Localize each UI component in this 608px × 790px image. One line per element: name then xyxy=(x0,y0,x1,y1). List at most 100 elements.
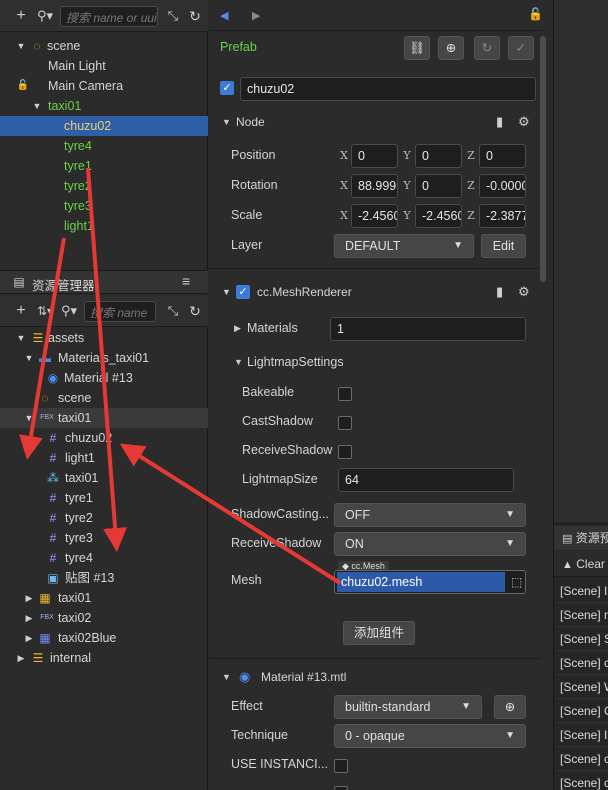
expand-arrow-icon[interactable]: ▶ xyxy=(16,648,26,668)
asset-row-assets[interactable]: ▼ ☰ assets xyxy=(0,328,208,348)
materials-count-input[interactable]: 1 xyxy=(330,317,526,341)
technique-dropdown[interactable]: 0 - opaque ▼ xyxy=(334,724,526,748)
rotation-z-input[interactable]: -0.0000 xyxy=(479,174,526,198)
gear-icon[interactable]: ⚙ xyxy=(518,108,530,136)
asset-row-scene[interactable]: ◌ scene xyxy=(0,388,208,408)
help-book-icon[interactable]: ▮ xyxy=(496,278,503,306)
log-entry[interactable]: [Scene] W xyxy=(556,675,608,699)
revert-prefab-icon[interactable]: ↻ xyxy=(474,36,500,60)
tree-row-tyre3[interactable]: tyre3 xyxy=(0,196,208,216)
receive-shadow-dropdown[interactable]: ON ▼ xyxy=(334,532,526,556)
layer-edit-button[interactable]: Edit xyxy=(481,234,526,258)
asset-row-tyre1[interactable]: # tyre1 xyxy=(0,488,208,508)
scale-y-input[interactable]: -2.4560 xyxy=(415,204,462,228)
collapse-icon[interactable]: ⤡ xyxy=(164,302,182,320)
log-entry[interactable]: [Scene] I xyxy=(556,579,608,603)
lock-icon[interactable]: 🔓 xyxy=(16,79,30,93)
next-checkbox[interactable] xyxy=(334,786,348,790)
asset-row-material13[interactable]: ◉ Material #13 xyxy=(0,368,208,388)
log-entry[interactable]: [Scene] S xyxy=(556,627,608,651)
search-filter-icon[interactable]: ⚲▾ xyxy=(60,302,78,320)
collapse-arrow-icon[interactable]: ▼ xyxy=(222,278,231,306)
layer-dropdown[interactable]: DEFAULT ▼ xyxy=(334,234,474,258)
gear-icon[interactable]: ⚙ xyxy=(518,278,530,306)
node-section-header[interactable]: ▼ Node ▮ ⚙ xyxy=(210,108,536,136)
log-entry[interactable]: [Scene] c xyxy=(556,651,608,675)
lightmap-size-input[interactable]: 64 xyxy=(338,468,514,492)
tree-row-chuzu02[interactable]: chuzu02 xyxy=(0,116,208,136)
effect-dropdown[interactable]: builtin-standard ▼ xyxy=(334,695,482,719)
position-x-input[interactable]: 0 xyxy=(351,144,398,168)
collapse-arrow-icon[interactable]: ▼ xyxy=(222,108,231,136)
clear-button[interactable]: ▲ Clear xyxy=(554,551,608,577)
node-active-checkbox[interactable]: ✓ xyxy=(220,81,234,95)
asset-row-tyre4[interactable]: # tyre4 xyxy=(0,548,208,568)
material-section-header[interactable]: ▼ ◉ Material #13.mtl xyxy=(210,663,536,691)
asset-row-internal[interactable]: ▶ ☰ internal xyxy=(0,648,208,668)
expand-arrow-icon[interactable]: ▼ xyxy=(16,36,26,56)
lock-icon[interactable]: 🔓 xyxy=(528,7,543,21)
tree-row-main-light[interactable]: Main Light xyxy=(0,56,208,76)
apply-prefab-icon[interactable]: ✓ xyxy=(508,36,534,60)
add-component-button[interactable]: 添加组件 xyxy=(343,621,415,645)
collapse-arrow-icon[interactable]: ▼ xyxy=(234,357,243,367)
expand-arrow-icon[interactable]: ▼ xyxy=(32,96,42,116)
tree-row-light1[interactable]: light1 xyxy=(0,216,208,236)
use-instancing-checkbox[interactable] xyxy=(334,759,348,773)
add-node-icon[interactable]: + xyxy=(12,7,30,25)
scene-view-area[interactable] xyxy=(554,0,608,524)
tree-row-main-camera[interactable]: 🔓 Main Camera xyxy=(0,76,208,96)
search-filter-icon[interactable]: ⚲▾ xyxy=(36,7,54,25)
receive-shadow-checkbox[interactable] xyxy=(338,445,352,459)
help-book-icon[interactable]: ▮ xyxy=(496,108,503,136)
expand-arrow-icon[interactable]: ▼ xyxy=(16,328,26,348)
log-entry[interactable]: [Scene] n xyxy=(556,603,608,627)
rotation-x-input[interactable]: 88.999 xyxy=(351,174,398,198)
tree-row-tyre2[interactable]: tyre2 xyxy=(0,176,208,196)
log-entry[interactable]: [Scene] c xyxy=(556,771,608,790)
asset-row-tyre2[interactable]: # tyre2 xyxy=(0,508,208,528)
asset-row-taxi02[interactable]: ▶ FBX taxi02 xyxy=(0,608,208,628)
back-icon[interactable]: ◀ xyxy=(220,9,228,22)
unlink-prefab-icon[interactable]: ⛓ xyxy=(404,36,430,60)
pick-asset-icon[interactable]: ⬚ xyxy=(511,571,522,593)
tree-row-tyre1[interactable]: tyre1 xyxy=(0,156,208,176)
expand-arrow-icon[interactable]: ▼ xyxy=(24,348,34,368)
menu-icon[interactable]: ≡ xyxy=(182,273,190,289)
forward-icon[interactable]: ▶ xyxy=(252,9,260,22)
asset-row-taxi01-2[interactable]: ▶ ▦ taxi01 xyxy=(0,588,208,608)
log-entry[interactable]: [Scene] C xyxy=(556,699,608,723)
node-name-input[interactable]: chuzu02 xyxy=(240,77,536,101)
mesh-renderer-section-header[interactable]: ▼ ✓ cc.MeshRenderer ▮ ⚙ xyxy=(210,278,536,306)
tree-row-scene[interactable]: ▼ ◌ scene xyxy=(0,36,208,56)
mesh-renderer-enabled-checkbox[interactable]: ✓ xyxy=(236,285,250,299)
add-asset-icon[interactable]: + xyxy=(12,302,30,320)
rotation-y-input[interactable]: 0 xyxy=(415,174,462,198)
hierarchy-search-input[interactable]: 搜索 name or uuid xyxy=(60,6,158,27)
assets-search-input[interactable]: 搜索 name xyxy=(84,301,156,322)
asset-row-materials-folder[interactable]: ▼ ▬ Materials_taxi01 xyxy=(0,348,208,368)
asset-row-taxi01-prefab[interactable]: ⁂ taxi01 xyxy=(0,468,208,488)
inspector-scrollbar[interactable] xyxy=(540,36,546,282)
scale-z-input[interactable]: -2.3877 xyxy=(479,204,526,228)
collapse-arrow-icon[interactable]: ▼ xyxy=(222,663,231,691)
scale-x-input[interactable]: -2.4560 xyxy=(351,204,398,228)
shadow-casting-dropdown[interactable]: OFF ▼ xyxy=(334,503,526,527)
log-entry[interactable]: [Scene] I xyxy=(556,723,608,747)
asset-row-texture13[interactable]: ▣ 贴图 #13 xyxy=(0,568,208,588)
tree-row-tyre4[interactable]: tyre4 xyxy=(0,136,208,156)
sort-icon[interactable]: ⇅▾ xyxy=(36,302,54,320)
locate-effect-icon[interactable]: ⊕ xyxy=(494,695,526,719)
asset-row-tyre3[interactable]: # tyre3 xyxy=(0,528,208,548)
log-entry[interactable]: [Scene] c xyxy=(556,747,608,771)
asset-row-chuzu02-mesh[interactable]: # chuzu02 xyxy=(0,428,208,448)
refresh-icon[interactable]: ↻ xyxy=(186,7,204,25)
position-y-input[interactable]: 0 xyxy=(415,144,462,168)
cast-shadow-checkbox[interactable] xyxy=(338,416,352,430)
expand-arrow-icon[interactable]: ▶ xyxy=(24,588,34,608)
locate-prefab-icon[interactable]: ⊕ xyxy=(438,36,464,60)
expand-arrow-icon[interactable]: ▼ xyxy=(24,408,34,428)
asset-row-taxi02blue[interactable]: ▶ ▦ taxi02Blue xyxy=(0,628,208,648)
position-z-input[interactable]: 0 xyxy=(479,144,526,168)
expand-arrow-icon[interactable]: ▶ xyxy=(24,608,34,628)
